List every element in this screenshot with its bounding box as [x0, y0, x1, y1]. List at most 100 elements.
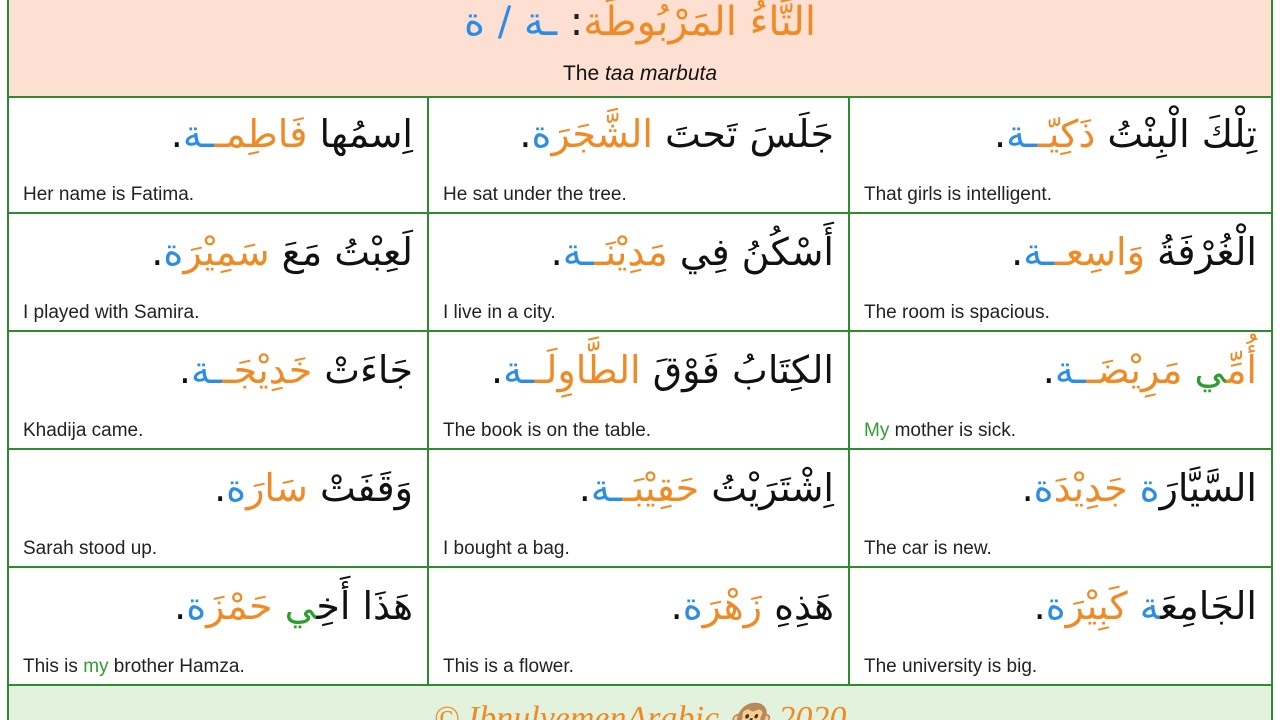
- arabic-segment: أُمِّ: [1226, 348, 1257, 392]
- translation-segment: The room is spacious.: [864, 302, 1050, 323]
- arabic-segment: لَعِبْتُ مَعَ: [269, 230, 413, 274]
- example-cell: تِلْكَ الْبِنْتُ ذَكِيّــة. That girls is…: [850, 96, 1271, 214]
- arabic-segment: وَقَفَتْ: [307, 466, 413, 510]
- translation-segment: I live in a city.: [443, 302, 556, 323]
- example-cell: لَعِبْتُ مَعَ سَمِيْرَة. I played with Sa…: [9, 214, 429, 332]
- arabic-segment: ـة: [191, 348, 223, 392]
- arabic-segment: .: [1042, 348, 1055, 392]
- arabic-segment: .: [214, 466, 227, 510]
- arabic-sentence: تِلْكَ الْبِنْتُ ذَكِيّــة.: [994, 104, 1257, 164]
- arabic-segment: تِلْكَ الْبِنْتُ: [1095, 112, 1257, 156]
- arabic-segment: ة: [1045, 584, 1066, 628]
- arabic-segment: هَذَا أَخِ: [316, 584, 413, 628]
- copyright-text: © IbnulyemenArabic 🐵 2020: [433, 700, 847, 720]
- example-cell: هَذِهِ زَهْرَة. This is a flower.: [429, 568, 850, 686]
- translation-segment: I bought a bag.: [443, 538, 570, 559]
- subtitle-italic: taa marbuta: [604, 62, 718, 85]
- arabic-segment: زَهْرَ: [702, 584, 763, 628]
- arabic-segment: ة: [1139, 466, 1160, 510]
- example-cell: اِسمُها فَاطِمــة. Her name is Fatima.: [9, 96, 429, 214]
- arabic-sentence: أُمِّي مَرِيْضَــة.: [1043, 340, 1257, 400]
- english-translation: The book is on the table.: [443, 420, 651, 442]
- translation-segment: He sat under the tree.: [443, 184, 627, 205]
- translation-segment: My: [864, 420, 890, 441]
- arabic-segment: ة: [163, 230, 184, 274]
- arabic-sentence: جَلَسَ تَحتَ الشَّجَرَة.: [519, 104, 834, 164]
- example-grid: تِلْكَ الْبِنْتُ ذَكِيّــة. That girls is…: [9, 96, 1271, 686]
- arabic-segment: الشَّجَرَ: [551, 112, 653, 156]
- arabic-sentence: هَذِهِ زَهْرَة.: [671, 576, 834, 636]
- arabic-segment: .: [994, 112, 1007, 156]
- arabic-sentence: الجَامِعَة كَبِيْرَة.: [1034, 576, 1257, 636]
- arabic-segment: ي: [1182, 348, 1227, 392]
- header: التَّاءُ المَرْبُوطَة: ـة / ة The taa ma…: [9, 0, 1271, 98]
- translation-segment: This is: [23, 656, 84, 677]
- arabic-segment: .: [491, 348, 504, 392]
- translation-segment: The university is big.: [864, 656, 1038, 677]
- arabic-segment: .: [178, 348, 191, 392]
- arabic-segment: خَدِيْجَـ: [222, 348, 313, 392]
- arabic-segment: .: [1021, 466, 1034, 510]
- arabic-segment: كَبِيْرَ: [1065, 584, 1140, 628]
- arabic-segment: ـة: [1054, 348, 1087, 392]
- example-cell: هَذَا أَخِي حَمْزَة. This is my brother H…: [9, 568, 429, 686]
- title-separator: :: [557, 0, 584, 45]
- arabic-segment: الطَّاوِلَـ: [534, 348, 641, 392]
- english-translation: The car is new.: [864, 538, 992, 560]
- arabic-segment: .: [170, 112, 183, 156]
- arabic-segment: ـة: [182, 112, 215, 156]
- example-cell: الكِتَابُ فَوْقَ الطَّاوِلَــة. The book …: [429, 332, 850, 450]
- arabic-segment: .: [519, 112, 532, 156]
- translation-segment: Her name is Fatima.: [23, 184, 195, 205]
- arabic-segment: .: [151, 230, 164, 274]
- example-cell: اِشْتَرَيْتُ حَقِيْبَــة. I bought a bag.: [429, 450, 850, 568]
- arabic-segment: حَقِيْبَـ: [622, 466, 700, 510]
- arabic-sentence: أَسْكُنُ فِي مَدِيْنَــة.: [551, 222, 834, 282]
- arabic-sentence: جَاءَتْ خَدِيْجَــة.: [179, 340, 413, 400]
- arabic-segment: ي: [272, 584, 317, 628]
- english-translation: I bought a bag.: [443, 538, 570, 560]
- arabic-segment: ة: [1139, 584, 1161, 628]
- arabic-segment: ة: [531, 112, 552, 156]
- translation-segment: my: [83, 656, 109, 677]
- english-translation: The university is big.: [864, 656, 1037, 678]
- arabic-segment: .: [550, 230, 563, 274]
- english-subtitle: The taa marbuta: [9, 62, 1271, 86]
- arabic-sentence: الكِتَابُ فَوْقَ الطَّاوِلَــة.: [491, 340, 834, 400]
- arabic-segment: ـة: [503, 348, 535, 392]
- arabic-segment: ة: [186, 584, 207, 628]
- english-translation: I live in a city.: [443, 302, 556, 324]
- example-cell: الجَامِعَة كَبِيْرَة. The university is b…: [850, 568, 1271, 686]
- english-translation: My mother is sick.: [864, 420, 1016, 442]
- arabic-segment: ة: [226, 466, 247, 510]
- arabic-segment: .: [174, 584, 187, 628]
- arabic-segment: جَاءَتْ: [312, 348, 413, 392]
- example-cell: جَلَسَ تَحتَ الشَّجَرَة. He sat under the…: [429, 96, 850, 214]
- arabic-segment: مَرِيْضَـ: [1086, 348, 1183, 392]
- arabic-title: التَّاءُ المَرْبُوطَة: ـة / ة: [9, 0, 1271, 52]
- arabic-sentence: هَذَا أَخِي حَمْزَة.: [174, 576, 413, 636]
- example-cell: الْغُرْفَةُ وَاسِعــة. The room is spacio…: [850, 214, 1271, 332]
- translation-segment: This is a flower.: [443, 656, 574, 677]
- arabic-segment: ة: [1033, 466, 1054, 510]
- arabic-segment: الْغُرْفَةُ: [1144, 230, 1257, 274]
- english-translation: Sarah stood up.: [23, 538, 157, 560]
- arabic-segment: ـة: [1006, 112, 1038, 156]
- translation-segment: The book is on the table.: [443, 420, 652, 441]
- arabic-sentence: السَّيَّارَة جَدِيْدَة.: [1022, 458, 1257, 518]
- arabic-sentence: لَعِبْتُ مَعَ سَمِيْرَة.: [151, 222, 413, 282]
- english-translation: That girls is intelligent.: [864, 184, 1052, 206]
- arabic-segment: .: [578, 466, 591, 510]
- example-cell: السَّيَّارَة جَدِيْدَة. The car is new.: [850, 450, 1271, 568]
- example-cell: جَاءَتْ خَدِيْجَــة. Khadija came.: [9, 332, 429, 450]
- translation-segment: That girls is intelligent.: [864, 184, 1052, 205]
- arabic-segment: وَاسِعـ: [1054, 230, 1145, 274]
- arabic-segment: الكِتَابُ فَوْقَ: [640, 348, 834, 392]
- arabic-sentence: اِشْتَرَيْتُ حَقِيْبَــة.: [579, 458, 834, 518]
- subtitle-prefix: The: [562, 62, 605, 85]
- translation-segment: brother Hamza.: [108, 656, 245, 677]
- arabic-segment: فَاطِمـ: [214, 112, 308, 156]
- arabic-segment: السَّيَّارَ: [1159, 466, 1257, 510]
- example-cell: وَقَفَتْ سَارَة. Sarah stood up.: [9, 450, 429, 568]
- english-translation: Her name is Fatima.: [23, 184, 194, 206]
